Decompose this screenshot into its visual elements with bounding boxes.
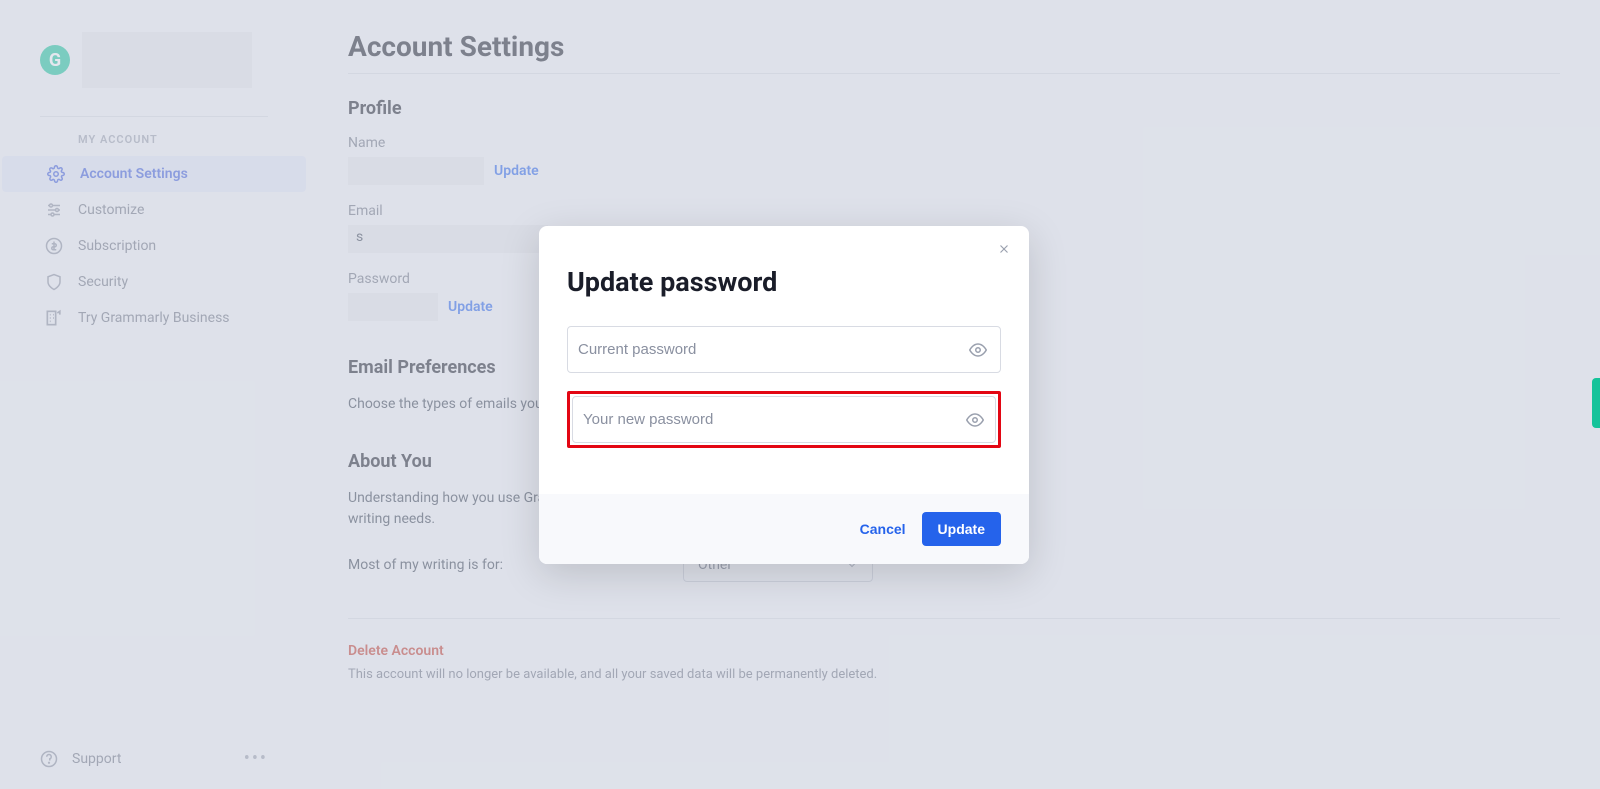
update-button[interactable]: Update [922, 512, 1001, 546]
current-password-field [567, 326, 1001, 373]
close-icon[interactable] [997, 242, 1011, 256]
feedback-tab[interactable] [1592, 378, 1600, 428]
new-password-input[interactable] [572, 396, 996, 443]
modal-footer: Cancel Update [539, 494, 1029, 564]
eye-icon[interactable] [969, 341, 987, 359]
new-password-field [567, 391, 1001, 448]
update-password-modal: Update password Cancel Update [539, 226, 1029, 564]
eye-icon[interactable] [966, 411, 984, 429]
cancel-button[interactable]: Cancel [860, 521, 906, 537]
modal-title: Update password [567, 266, 1001, 298]
current-password-input[interactable] [567, 326, 1001, 373]
